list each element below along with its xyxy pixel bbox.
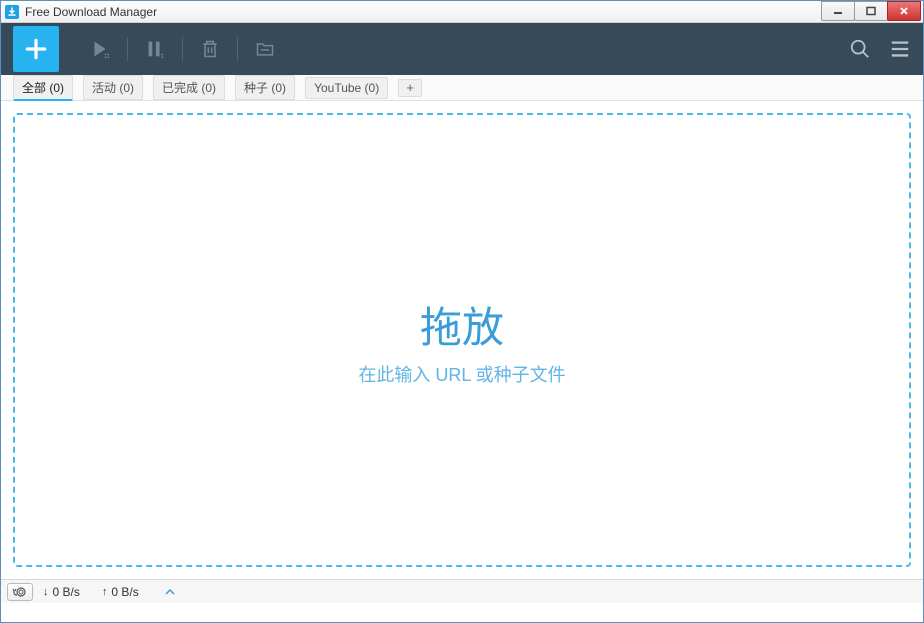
main-toolbar: [1, 23, 923, 75]
download-arrow-icon: ↓: [43, 586, 49, 598]
drop-zone[interactable]: 拖放 在此输入 URL 或种子文件: [13, 113, 911, 567]
download-speed: ↓ 0 B/s: [43, 585, 80, 599]
status-bar: ↓ 0 B/s ↑ 0 B/s: [1, 579, 923, 603]
menu-button[interactable]: [889, 38, 911, 60]
filter-tab-all[interactable]: 全部 (0): [13, 75, 73, 101]
app-icon: [5, 5, 19, 19]
download-list-area: 拖放 在此输入 URL 或种子文件: [1, 101, 923, 579]
add-filter-button[interactable]: +: [398, 79, 422, 97]
minimize-button[interactable]: [821, 1, 855, 21]
delete-button[interactable]: [189, 31, 231, 67]
upload-arrow-icon: ↑: [102, 586, 108, 598]
collapse-status-button[interactable]: [165, 586, 175, 598]
toolbar-separator: [182, 37, 183, 61]
drop-zone-subtitle: 在此输入 URL 或种子文件: [358, 361, 565, 387]
filter-tabs: 全部 (0) 活动 (0) 已完成 (0) 种子 (0) YouTube (0)…: [1, 75, 923, 101]
maximize-button[interactable]: [854, 1, 888, 21]
snail-mode-button[interactable]: [7, 583, 33, 601]
toolbar-separator: [127, 37, 128, 61]
search-button[interactable]: [849, 38, 871, 60]
open-folder-button[interactable]: [244, 31, 286, 67]
close-button[interactable]: [887, 1, 921, 21]
upload-speed-value: 0 B/s: [111, 585, 138, 599]
add-download-button[interactable]: [13, 26, 59, 72]
titlebar: Free Download Manager: [1, 1, 923, 23]
drop-zone-title: 拖放: [420, 294, 504, 355]
upload-speed: ↑ 0 B/s: [102, 585, 139, 599]
pause-button[interactable]: [134, 31, 176, 67]
window-title: Free Download Manager: [25, 5, 157, 19]
filter-tab-completed[interactable]: 已完成 (0): [153, 75, 225, 100]
download-speed-value: 0 B/s: [53, 585, 80, 599]
filter-tab-torrent[interactable]: 种子 (0): [235, 75, 295, 100]
filter-tab-active[interactable]: 活动 (0): [83, 75, 143, 100]
start-button[interactable]: [79, 31, 121, 67]
filter-tab-youtube[interactable]: YouTube (0): [305, 77, 388, 99]
toolbar-separator: [237, 37, 238, 61]
